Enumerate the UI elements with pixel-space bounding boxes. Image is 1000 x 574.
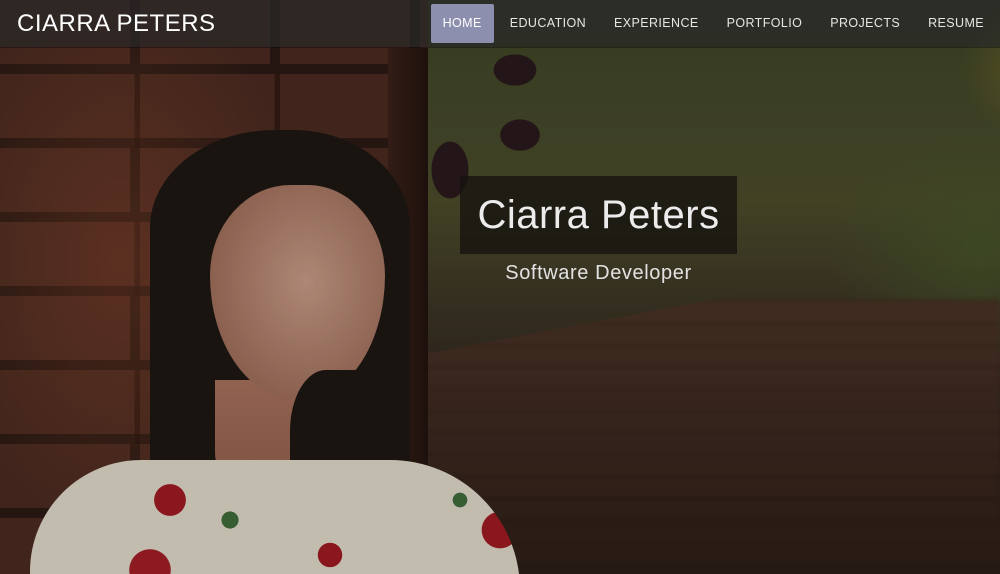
hero-title-box: Ciarra Peters	[460, 176, 737, 254]
brand-link[interactable]: CIARRA PETERS	[17, 10, 216, 38]
nav-link-resume[interactable]: RESUME	[914, 4, 998, 43]
nav-link-portfolio[interactable]: PORTFOLIO	[713, 4, 817, 43]
top-navbar: CIARRA PETERS HOME EDUCATION EXPERIENCE …	[0, 0, 1000, 47]
nav-link-projects[interactable]: PROJECTS	[816, 4, 914, 43]
hero-overlay	[0, 0, 1000, 574]
nav-link-experience[interactable]: EXPERIENCE	[600, 4, 713, 43]
nav-link-education[interactable]: EDUCATION	[496, 4, 600, 43]
hero-subtitle: Software Developer	[505, 262, 692, 284]
hero-title: Ciarra Peters	[477, 192, 720, 237]
hero-section: Ciarra Peters Software Developer	[0, 0, 1000, 574]
nav-link-home[interactable]: HOME	[430, 4, 494, 43]
nav-links: HOME EDUCATION EXPERIENCE PORTFOLIO PROJ…	[430, 0, 998, 47]
